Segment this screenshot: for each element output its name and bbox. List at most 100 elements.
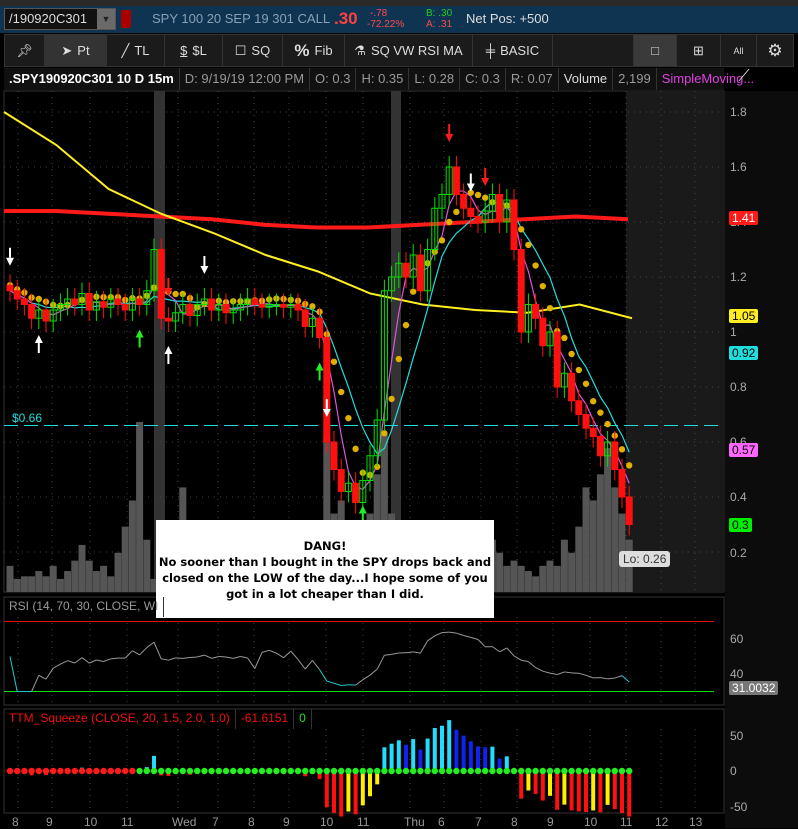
squeeze-histogram-bar xyxy=(555,771,559,810)
squeeze-dot xyxy=(504,768,510,774)
indicator-dot xyxy=(172,291,178,297)
rsi-line-segment xyxy=(449,632,456,633)
squeeze-dot xyxy=(352,768,358,774)
price-axis-label: 0.8 xyxy=(730,380,747,394)
rsi-line-segment xyxy=(240,657,247,658)
ttm-header: TTM_Squeeze (CLOSE, 20, 1.5, 2.0, 1.0) -… xyxy=(4,709,312,729)
squeeze-dot xyxy=(345,768,351,774)
volume-bar xyxy=(568,553,575,592)
ttm-title[interactable]: TTM_Squeeze (CLOSE, 20, 1.5, 2.0, 1.0) xyxy=(4,709,236,729)
candle xyxy=(281,305,287,308)
indicator-dot xyxy=(388,396,394,402)
squeeze-histogram-bar xyxy=(620,771,624,813)
squeeze-dot xyxy=(187,768,193,774)
squeeze-dot xyxy=(316,768,322,774)
squeeze-dot xyxy=(108,768,114,774)
squeeze-dot xyxy=(604,768,610,774)
candle xyxy=(597,437,603,456)
volume-bar xyxy=(122,527,129,592)
candle xyxy=(590,428,596,436)
indicator-dot xyxy=(532,262,538,268)
volume-bar xyxy=(583,487,590,592)
red-ma-price-tag: 1.41 xyxy=(729,211,758,225)
squeeze-dot xyxy=(144,768,150,774)
squeeze-dot xyxy=(338,768,344,774)
time-axis-label: 10 xyxy=(584,815,597,829)
indicator-dot xyxy=(482,195,488,201)
squeeze-dot xyxy=(100,768,106,774)
rsi-title[interactable]: RSI (14, 70, 30, CLOSE, WI xyxy=(4,597,164,617)
squeeze-dot xyxy=(115,768,121,774)
rsi-line-segment xyxy=(197,655,204,657)
time-axis-label: 8 xyxy=(12,815,19,829)
squeeze-dot xyxy=(439,768,445,774)
magenta-ma-price-tag: 0.57 xyxy=(729,443,758,457)
squeeze-dot xyxy=(432,768,438,774)
rsi-line-segment xyxy=(500,648,507,652)
price-axis-label: 1.8 xyxy=(730,105,747,119)
squeeze-dot xyxy=(230,768,236,774)
note-body: No sooner than I bought in the SPY drops… xyxy=(156,554,494,602)
rsi-line-segment xyxy=(312,660,319,669)
squeeze-dot xyxy=(295,768,301,774)
squeeze-dot xyxy=(86,768,92,774)
squeeze-dot xyxy=(374,768,380,774)
squeeze-dot xyxy=(129,768,135,774)
rsi-line-segment xyxy=(89,660,96,663)
candle xyxy=(511,200,517,250)
indicator-dot xyxy=(547,305,553,311)
squeeze-dot xyxy=(475,768,481,774)
volume-bar xyxy=(21,576,28,592)
squeeze-dot xyxy=(309,768,315,774)
squeeze-dot xyxy=(324,768,330,774)
volume-bar xyxy=(575,527,582,592)
volume-bar xyxy=(71,561,78,592)
note-title: DANG! xyxy=(156,538,494,554)
squeeze-dot xyxy=(410,768,416,774)
rsi-line-segment xyxy=(183,657,190,658)
candle xyxy=(518,250,524,333)
squeeze-histogram-bar xyxy=(397,740,401,771)
rsi-line-segment xyxy=(125,651,132,658)
indicator-dot xyxy=(453,209,459,215)
rsi-line-segment xyxy=(564,672,571,673)
squeeze-dot xyxy=(180,768,186,774)
time-axis-label: Wed xyxy=(172,815,196,829)
squeeze-histogram-bar xyxy=(382,747,386,771)
squeeze-dot xyxy=(21,768,27,774)
ttm-axis-label: 50 xyxy=(730,729,743,743)
time-axis-label: 11 xyxy=(620,815,632,829)
squeeze-histogram-bar xyxy=(361,771,365,805)
rsi-line-segment xyxy=(75,658,82,663)
rsi-line-segment xyxy=(471,637,478,639)
squeeze-dot xyxy=(540,768,546,774)
squeeze-dot xyxy=(158,768,164,774)
squeeze-dot xyxy=(288,768,294,774)
volume-bar xyxy=(611,487,618,592)
indicator-dot xyxy=(518,226,524,232)
price-chart[interactable] xyxy=(0,0,798,828)
squeeze-histogram-bar xyxy=(440,726,444,771)
rsi-line-segment xyxy=(622,676,629,682)
squeeze-histogram-bar xyxy=(339,771,343,817)
rsi-line-segment xyxy=(406,652,413,653)
candle xyxy=(497,195,503,223)
squeeze-histogram-bar xyxy=(368,771,372,796)
indicator-dot xyxy=(345,415,351,421)
squeeze-histogram-bar xyxy=(548,771,552,796)
rsi-line-segment xyxy=(600,678,607,679)
squeeze-dot xyxy=(554,768,560,774)
squeeze-dot xyxy=(64,768,70,774)
price-axis-label: 1.6 xyxy=(730,160,747,174)
volume-bar xyxy=(597,474,604,592)
rsi-line-segment xyxy=(392,653,399,654)
squeeze-dot xyxy=(576,768,582,774)
price-axis xyxy=(725,91,798,828)
indicator-dot xyxy=(626,462,632,468)
rsi-line-segment xyxy=(356,680,363,685)
rsi-line-segment xyxy=(233,657,240,659)
price-axis-label: 0.4 xyxy=(730,490,747,504)
squeeze-dot xyxy=(360,768,366,774)
squeeze-dot xyxy=(72,768,78,774)
squeeze-dot xyxy=(460,768,466,774)
